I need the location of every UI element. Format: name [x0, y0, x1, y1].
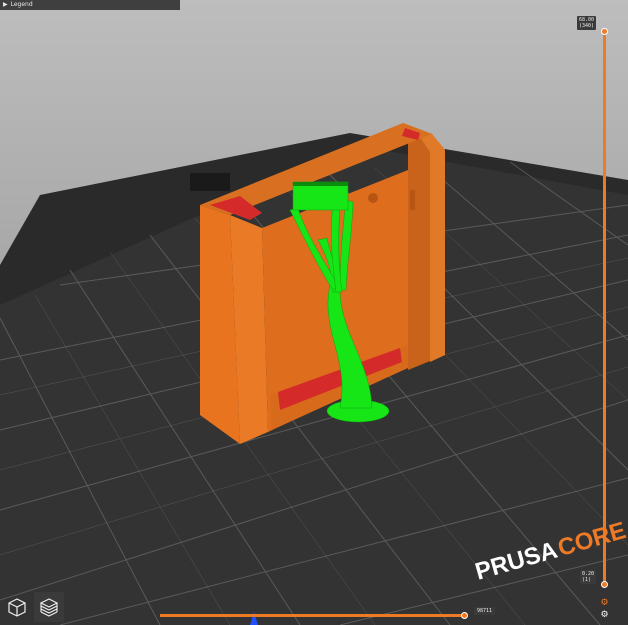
layers-view-button[interactable]	[34, 592, 64, 622]
layer-bottom-label: 0.20 (1)	[580, 570, 597, 584]
legend-label: Legend	[10, 1, 33, 8]
move-slider-value: 98711	[474, 607, 496, 615]
layer-slider-top-thumb[interactable]	[601, 28, 608, 35]
move-slider-thumb[interactable]	[461, 612, 468, 619]
move-slider-track[interactable]	[160, 614, 466, 617]
layer-top-number: (340)	[579, 23, 595, 29]
3d-scene[interactable]: PRUSA CORE	[0, 0, 628, 625]
layer-slider-track[interactable]	[603, 32, 606, 585]
settings-icon[interactable]: ⚙	[600, 611, 609, 620]
cog-icon[interactable]: ⚙	[600, 599, 609, 608]
layer-bottom-number: (1)	[582, 577, 592, 583]
legend-toggle[interactable]: ▶ Legend	[0, 0, 180, 10]
3d-view-button[interactable]	[2, 592, 32, 622]
layers-icon	[39, 598, 59, 617]
layer-top-label: 68.00 (340)	[577, 16, 597, 30]
cube-icon	[8, 598, 26, 617]
layer-slider-bottom-thumb[interactable]	[601, 581, 608, 588]
triangle-right-icon: ▶	[3, 1, 8, 8]
